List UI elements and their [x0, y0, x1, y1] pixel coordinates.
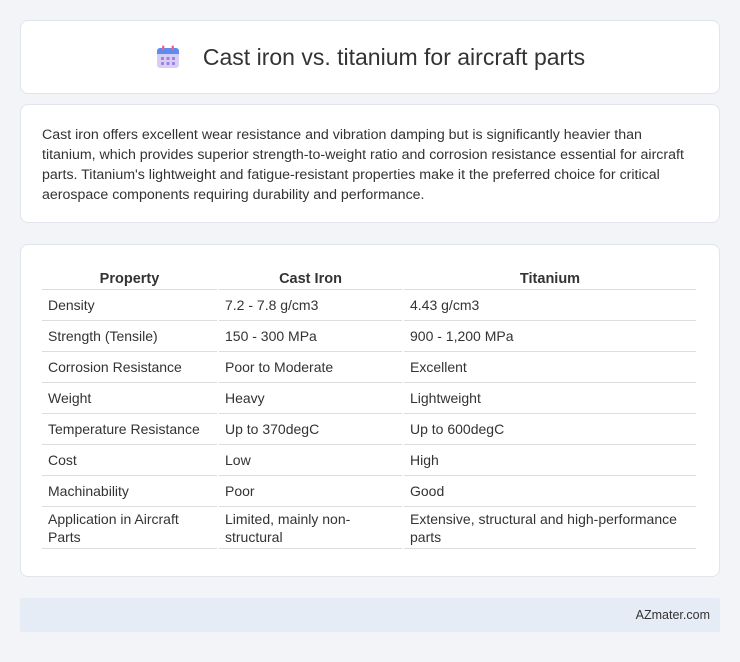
cell-cast-iron: Up to 370degC	[219, 414, 402, 445]
cell-cast-iron: Poor to Moderate	[219, 352, 402, 383]
header-titanium: Titanium	[404, 265, 696, 290]
cell-property: Corrosion Resistance	[42, 352, 217, 383]
table-row: Application in Aircraft Parts Limited, m…	[42, 507, 696, 549]
comparison-table: Property Cast Iron Titanium Density 7.2 …	[40, 265, 698, 549]
table-row: Machinability Poor Good	[42, 476, 696, 507]
cell-cast-iron: 150 - 300 MPa	[219, 321, 402, 352]
comparison-table-card: Property Cast Iron Titanium Density 7.2 …	[20, 244, 720, 577]
cell-property: Temperature Resistance	[42, 414, 217, 445]
cell-property: Weight	[42, 383, 217, 414]
cell-titanium: 4.43 g/cm3	[404, 290, 696, 321]
cell-titanium: Good	[404, 476, 696, 507]
footer: AZmater.com	[20, 598, 720, 632]
table-row: Density 7.2 - 7.8 g/cm3 4.43 g/cm3	[42, 290, 696, 321]
title-card: Cast iron vs. titanium for aircraft part…	[20, 20, 720, 94]
table-row: Corrosion Resistance Poor to Moderate Ex…	[42, 352, 696, 383]
cell-property: Cost	[42, 445, 217, 476]
cell-cast-iron: 7.2 - 7.8 g/cm3	[219, 290, 402, 321]
table-row: Cost Low High	[42, 445, 696, 476]
cell-titanium: Up to 600degC	[404, 414, 696, 445]
table-row: Strength (Tensile) 150 - 300 MPa 900 - 1…	[42, 321, 696, 352]
cell-cast-iron: Low	[219, 445, 402, 476]
cell-cast-iron: Poor	[219, 476, 402, 507]
cell-titanium: High	[404, 445, 696, 476]
cell-titanium: 900 - 1,200 MPa	[404, 321, 696, 352]
cell-property: Strength (Tensile)	[42, 321, 217, 352]
cell-property: Density	[42, 290, 217, 321]
header-cast-iron: Cast Iron	[219, 265, 402, 290]
table-row: Weight Heavy Lightweight	[42, 383, 696, 414]
cell-titanium: Extensive, structural and high-performan…	[404, 507, 696, 549]
summary-text: Cast iron offers excellent wear resistan…	[42, 127, 684, 203]
cell-titanium: Excellent	[404, 352, 696, 383]
table-row: Temperature Resistance Up to 370degC Up …	[42, 414, 696, 445]
page-title: Cast iron vs. titanium for aircraft part…	[202, 43, 586, 70]
cell-property: Machinability	[42, 476, 217, 507]
cell-cast-iron: Heavy	[219, 383, 402, 414]
table-header-row: Property Cast Iron Titanium	[42, 265, 696, 290]
footer-site-link[interactable]: AZmater.com	[636, 608, 710, 622]
cell-property: Application in Aircraft Parts	[42, 507, 217, 549]
title-wrap: Cast iron vs. titanium for aircraft part…	[155, 44, 585, 71]
header-property: Property	[42, 265, 217, 290]
calendar-icon	[156, 45, 179, 68]
summary-card: Cast iron offers excellent wear resistan…	[20, 104, 720, 223]
cell-cast-iron: Limited, mainly non-structural	[219, 507, 402, 549]
cell-titanium: Lightweight	[404, 383, 696, 414]
